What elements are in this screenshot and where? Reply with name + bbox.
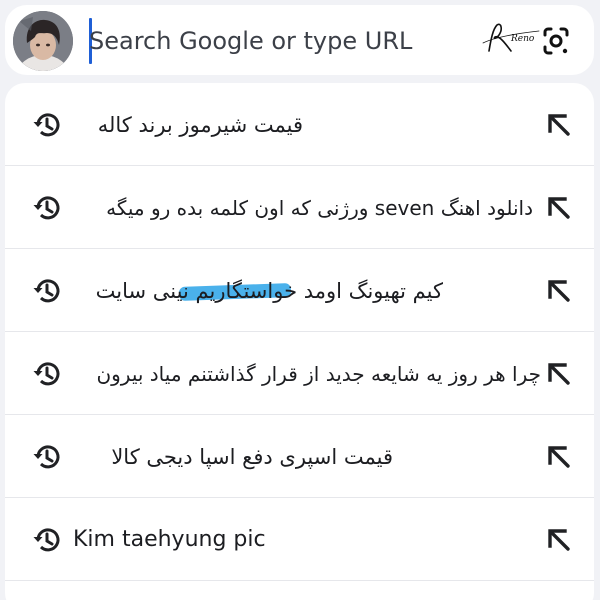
arrow-up-left-icon[interactable] <box>543 192 575 224</box>
suggestion-text: Kim taehyung pic <box>73 527 266 552</box>
arrow-up-left-icon[interactable] <box>543 441 575 473</box>
history-clock-icon <box>33 362 60 386</box>
suggestion-row[interactable]: کیم تهیونگ اومد خواستگاریم نینی سایت <box>5 249 594 332</box>
suggestion-row[interactable]: Kim taehyung pic <box>5 498 594 581</box>
arrow-up-left-icon[interactable] <box>543 358 575 390</box>
suggestion-text: چرا هر روز یه شایعه جدید از قرار گذاشتنم… <box>96 362 541 386</box>
history-clock-icon <box>33 445 60 469</box>
suggestion-text: قیمت اسپری دفع اسپا دیجی کالا <box>111 445 393 469</box>
suggestion-row[interactable]: دانلود اهنگ seven ورژنی که اون کلمه بده … <box>5 166 594 249</box>
search-input[interactable]: Search Google or type URL <box>89 19 412 63</box>
history-clock-icon <box>33 279 60 303</box>
profile-avatar[interactable] <box>13 11 73 71</box>
suggestion-text: قیمت شیرموز برند کاله <box>97 113 303 137</box>
signature-text: Reno <box>510 34 535 44</box>
arrow-up-left-icon[interactable] <box>543 109 575 141</box>
suggestion-text: دانلود اهنگ seven ورژنی که اون کلمه بده … <box>106 196 533 220</box>
suggestion-list: قیمت شیرموز برند کاله دانلود اهنگ seven … <box>5 83 594 600</box>
suggestion-row[interactable]: چرا هر روز یه شایعه جدید از قرار گذاشتنم… <box>5 332 594 415</box>
suggestion-text: کیم تهیونگ اومد خواستگاریم نینی سایت <box>95 279 443 303</box>
camera-lens-icon[interactable] <box>539 24 573 58</box>
arrow-up-left-icon[interactable] <box>543 275 575 307</box>
search-bar[interactable]: Search Google or type URL Reno <box>5 5 594 75</box>
arrow-up-left-icon[interactable] <box>543 524 575 556</box>
history-clock-icon <box>33 528 60 552</box>
suggestion-row[interactable]: قیمت شیرموز برند کاله <box>5 83 594 166</box>
signature-logo: Reno <box>482 23 540 52</box>
history-clock-icon <box>33 113 60 137</box>
suggestion-row[interactable]: قیمت اسپری دفع اسپا دیجی کالا <box>5 415 594 498</box>
browser-new-tab-page: Search Google or type URL Reno قیمت شیرم… <box>0 0 600 600</box>
history-clock-icon <box>33 196 60 220</box>
avatar-image <box>13 11 73 71</box>
